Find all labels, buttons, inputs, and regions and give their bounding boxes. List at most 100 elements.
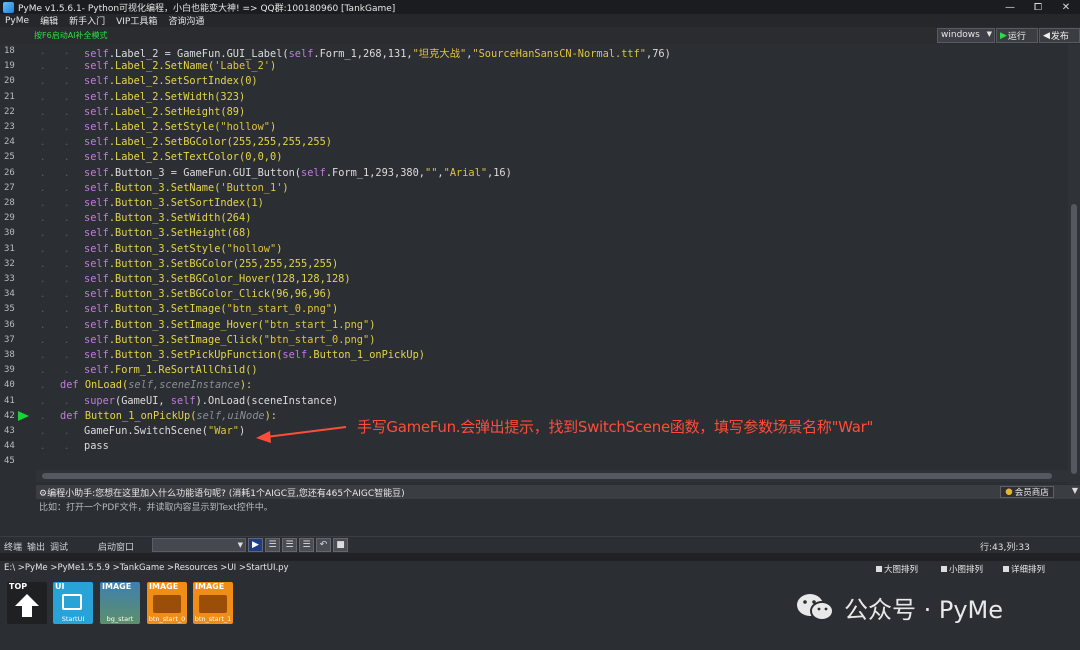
code-line[interactable]: self.Button_3.SetStyle("hollow") xyxy=(84,243,282,258)
code-token: self xyxy=(84,90,109,103)
assistant-input[interactable]: 比如：打开一个PDF文件，并读取内容显示到Text控件中。 xyxy=(36,499,1080,531)
code-token: "hollow" xyxy=(220,121,271,133)
chevron-down-icon: ▼ xyxy=(986,30,992,38)
minimize-button[interactable]: — xyxy=(996,0,1024,14)
view-large[interactable]: 大图排列 xyxy=(876,563,918,575)
code-line[interactable]: self.Label_2.SetName('Label_2') xyxy=(84,60,276,75)
code-line[interactable]: self.Label_2.SetTextColor(0,0,0) xyxy=(84,151,282,166)
code-token: "" xyxy=(425,166,438,179)
tab-output[interactable]: 输出 xyxy=(27,540,45,553)
code-token: self xyxy=(84,121,109,133)
code-line[interactable]: def Button_1_onPickUp(self,uiNode): xyxy=(60,410,277,425)
horizontal-scrollbar[interactable] xyxy=(36,470,1068,482)
code-line[interactable]: self.Button_3.SetSortIndex(1) xyxy=(84,197,264,212)
code-line[interactable]: self.Label_2.SetStyle("hollow") xyxy=(84,121,276,136)
tile-type: IMAGE xyxy=(149,582,179,591)
undo-icon[interactable]: ↶ xyxy=(316,538,331,552)
line-number-gutter: 18 19 20 21 22 23 24 25 26 27 28 29 30 31 32 33 34 35 36 37… xyxy=(0,44,36,484)
play-button[interactable]: ▶ xyxy=(248,538,263,552)
tab-terminal[interactable]: 终端 xyxy=(4,540,22,553)
code-line[interactable]: self.Button_3.SetHeight(68) xyxy=(84,227,251,242)
code-token: "坦克大战" xyxy=(412,48,467,60)
code-line[interactable]: self.Button_3.SetBGColor_Hover(128,128,1… xyxy=(84,273,351,288)
code-line[interactable]: pass xyxy=(84,440,109,455)
code-line[interactable]: self.Button_3.SetWidth(264) xyxy=(84,212,251,227)
indent-guide: . xyxy=(40,138,46,149)
code-token: ) xyxy=(369,318,376,331)
line-number: 20 xyxy=(4,76,15,87)
code-line[interactable]: self.Label_2.SetWidth(323) xyxy=(84,91,245,106)
code-line[interactable]: self.Button_3.SetImage_Click("btn_start_… xyxy=(84,334,375,349)
code-line[interactable]: self.Button_3.SetBGColor(255,255,255,255… xyxy=(84,258,338,273)
code-line[interactable]: self.Label_2.SetHeight(89) xyxy=(84,106,245,121)
vertical-scrollbar[interactable] xyxy=(1068,44,1080,484)
line-number: 34 xyxy=(4,289,15,300)
panel-splitter[interactable] xyxy=(0,553,1080,561)
resource-tile-image[interactable]: IMAGE btn_start_0 xyxy=(147,582,187,624)
resource-tile-image[interactable]: IMAGE bg_start xyxy=(100,582,140,624)
indent-guide: . xyxy=(64,199,70,209)
resource-tile-top[interactable]: TOP xyxy=(7,582,47,624)
menu-pyme[interactable]: PyMe xyxy=(0,16,35,26)
line-number: 32 xyxy=(4,258,15,269)
code-token: .Label_2 = GameFun.GUI_Label( xyxy=(108,48,289,60)
watermark-text: 公众号 · PyMe xyxy=(844,596,1004,624)
code-line[interactable]: self.Button_3.SetImage("btn_start_0.png"… xyxy=(84,303,338,318)
code-line[interactable]: self.Button_3.SetImage_Hover("btn_start_… xyxy=(84,319,375,334)
align-left-icon[interactable]: ☰ xyxy=(265,538,280,552)
breakpoint-arrow-icon[interactable] xyxy=(18,410,29,421)
view-detail[interactable]: 详细排列 xyxy=(1003,563,1045,575)
code-line[interactable]: self.Label_2.SetSortIndex(0) xyxy=(84,75,258,90)
code-token: self xyxy=(301,166,326,179)
code-token: self xyxy=(84,318,109,331)
scroll-thumb[interactable] xyxy=(1071,204,1077,474)
platform-select[interactable]: windows ▼ xyxy=(937,28,995,43)
code-line[interactable]: self.Form_1.ReSortAllChild() xyxy=(84,364,258,379)
code-line[interactable]: self.Button_3.SetName('Button_1') xyxy=(84,182,289,197)
close-button[interactable]: ✕ xyxy=(1052,0,1080,14)
code-token: .Button_1_onPickUp) xyxy=(307,349,426,361)
scroll-thumb[interactable] xyxy=(42,473,1052,479)
code-line[interactable]: self.Label_2 = GameFun.GUI_Label(self.Fo… xyxy=(84,45,671,60)
code-line[interactable]: def OnLoad(self,sceneInstance): xyxy=(60,379,252,394)
menu-beginner[interactable]: 新手入门 xyxy=(64,14,111,27)
tile-name: btn_start_0 xyxy=(148,615,186,623)
chevron-down-icon[interactable]: ▼ xyxy=(1072,486,1078,495)
code-line[interactable]: self.Button_3.SetPickUpFunction(self.But… xyxy=(84,349,425,364)
menu-consult[interactable]: 咨询沟通 xyxy=(163,14,210,27)
line-number: 19 xyxy=(4,61,15,72)
code-line[interactable]: self.Label_2.SetBGColor(255,255,255,255) xyxy=(84,136,332,151)
resource-tile-ui[interactable]: UI StartUI xyxy=(53,582,93,624)
code-token: .Form_1,293,380, xyxy=(325,166,426,179)
menu-edit[interactable]: 编辑 xyxy=(35,14,64,27)
menu-vip-toolbox[interactable]: VIP工具箱 xyxy=(111,14,163,27)
view-small[interactable]: 小图排列 xyxy=(941,563,983,575)
resource-tile-image[interactable]: IMAGE btn_start_1 xyxy=(193,582,233,624)
indent-guide: . xyxy=(40,123,46,133)
publish-icon: ◀ xyxy=(1043,30,1050,41)
tile-name: StartUI xyxy=(61,615,85,623)
maximize-button[interactable]: ⧠ xyxy=(1024,0,1052,14)
code-token: .Button_3.SetImage( xyxy=(108,303,227,316)
code-token: .Button_3.SetImage_Click( xyxy=(108,333,264,346)
code-line[interactable]: super(GameUI, self).OnLoad(sceneInstance… xyxy=(84,395,338,410)
stop-icon[interactable]: ■ xyxy=(333,538,348,552)
member-store-label: 会员商店 xyxy=(1014,488,1049,498)
start-window-select[interactable]: ▼ xyxy=(152,538,246,552)
align-center-icon[interactable]: ☰ xyxy=(282,538,297,552)
publish-button[interactable]: ◀ 发布 xyxy=(1039,28,1080,43)
code-token: self xyxy=(84,303,109,316)
code-token: self,sceneInstance xyxy=(128,379,240,392)
align-right-icon[interactable]: ☰ xyxy=(299,538,314,552)
code-line[interactable]: self.Button_3 = GameFun.GUI_Button(self.… xyxy=(84,167,512,182)
member-store-button[interactable]: ● 会员商店 xyxy=(1000,486,1054,498)
image-thumbnail xyxy=(153,595,181,613)
code-line[interactable]: self.Button_3.SetBGColor_Click(96,96,96) xyxy=(84,288,332,303)
line-number: 38 xyxy=(4,350,15,360)
indent-guide: . xyxy=(64,77,70,88)
run-button[interactable]: ▶ 运行 xyxy=(996,28,1038,43)
view-large-label: 大图排列 xyxy=(884,565,919,575)
tab-debug[interactable]: 调试 xyxy=(50,540,68,553)
code-line[interactable]: GameFun.SwitchScene("War") xyxy=(84,425,245,440)
code-token: .Label_2.SetHeight(89) xyxy=(108,105,246,118)
